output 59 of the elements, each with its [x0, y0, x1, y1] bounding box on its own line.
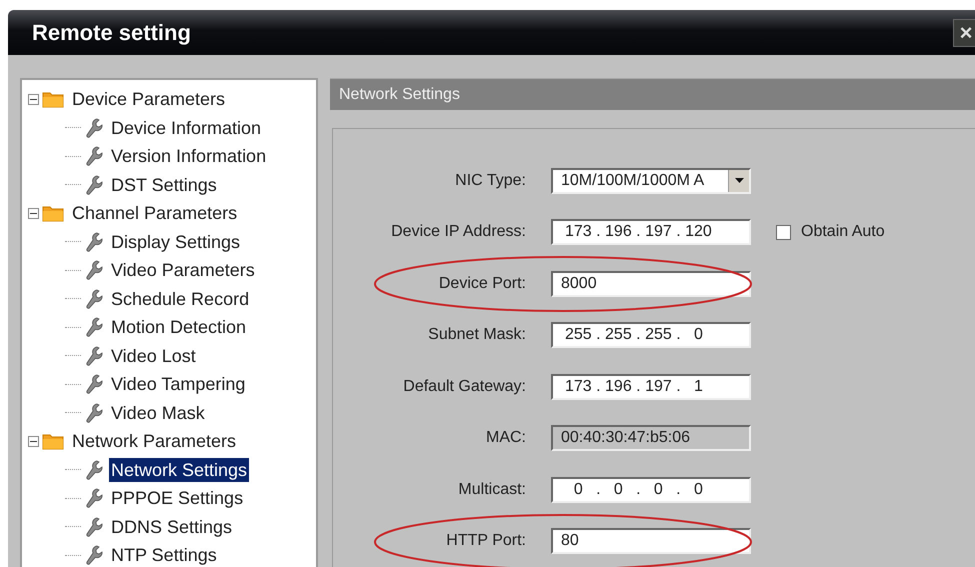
close-button[interactable]: ×	[953, 18, 975, 46]
collapse-toggle[interactable]	[28, 436, 39, 447]
wrench-icon	[85, 346, 103, 366]
tree-group[interactable]: Channel Parameters	[70, 201, 240, 226]
field-label: Device Port:	[438, 274, 526, 293]
tree-item[interactable]: NTP Settings	[109, 543, 219, 567]
wrench-icon	[85, 374, 103, 394]
checkbox-label: Obtain Auto	[801, 223, 885, 242]
tree-item[interactable]: Network Settings	[109, 458, 250, 482]
tree-item[interactable]: Motion Detection	[109, 315, 248, 340]
tree-item[interactable]: Video Mask	[109, 400, 207, 425]
wrench-icon	[85, 288, 103, 309]
tree-item[interactable]: Device Information	[109, 116, 264, 140]
tree-item[interactable]: PPPOE Settings	[109, 486, 246, 510]
folder-icon	[42, 204, 64, 222]
collapse-toggle[interactable]	[28, 94, 39, 105]
tree-group[interactable]: Device Parameters	[70, 87, 228, 112]
wrench-icon	[85, 174, 103, 195]
field-label: Device IP Address:	[391, 223, 526, 242]
wrench-icon	[85, 460, 103, 480]
input-field[interactable]: 8000	[551, 270, 751, 297]
tree-item[interactable]: Video Lost	[109, 344, 198, 368]
wrench-icon	[85, 545, 103, 566]
collapse-toggle[interactable]	[28, 208, 39, 219]
tree-item[interactable]: DDNS Settings	[109, 514, 234, 539]
wrench-icon	[85, 260, 103, 280]
folder-icon	[42, 432, 64, 450]
wrench-icon	[85, 146, 103, 166]
tree-item[interactable]: DST Settings	[109, 172, 219, 197]
input-field[interactable]: 80	[551, 528, 751, 554]
checkbox[interactable]	[776, 224, 791, 240]
field-label: Subnet Mask:	[428, 326, 526, 344]
field-label: Default Gateway:	[403, 378, 526, 396]
tree-item[interactable]: Video Tampering	[109, 372, 248, 396]
tree-item[interactable]: Video Parameters	[109, 258, 257, 282]
wrench-icon	[85, 232, 103, 252]
wrench-icon	[85, 516, 103, 537]
field-label: Multicast:	[458, 480, 526, 499]
field-label: NIC Type:	[455, 172, 526, 190]
tree-group[interactable]: Network Parameters	[70, 429, 238, 454]
window-title: Remote setting	[32, 20, 191, 46]
field-label: HTTP Port:	[446, 532, 526, 550]
readonly-field: 00:40:30:47:b5:06	[551, 425, 751, 452]
ip-field[interactable]: 0 . 0 . 0 . 0	[551, 476, 751, 503]
folder-icon	[42, 90, 64, 108]
ip-field[interactable]: 255 . 255 . 255 . 0	[551, 322, 751, 348]
dropdown[interactable]: 10M/100M/1000M A	[551, 168, 751, 194]
tree-item[interactable]: Version Information	[109, 144, 268, 168]
ip-field[interactable]: 173 . 196 . 197 . 120	[551, 219, 751, 246]
field-label: MAC:	[486, 429, 526, 448]
wrench-icon	[85, 317, 103, 338]
wrench-icon	[85, 488, 103, 508]
ip-field[interactable]: 173 . 196 . 197 . 1	[551, 374, 751, 400]
section-title: Network Settings	[339, 86, 460, 104]
caret-icon	[734, 178, 744, 184]
tree-item[interactable]: Schedule Record	[109, 286, 252, 311]
wrench-icon	[85, 402, 103, 423]
wrench-icon	[85, 118, 103, 138]
tree-item[interactable]: Display Settings	[109, 230, 242, 254]
